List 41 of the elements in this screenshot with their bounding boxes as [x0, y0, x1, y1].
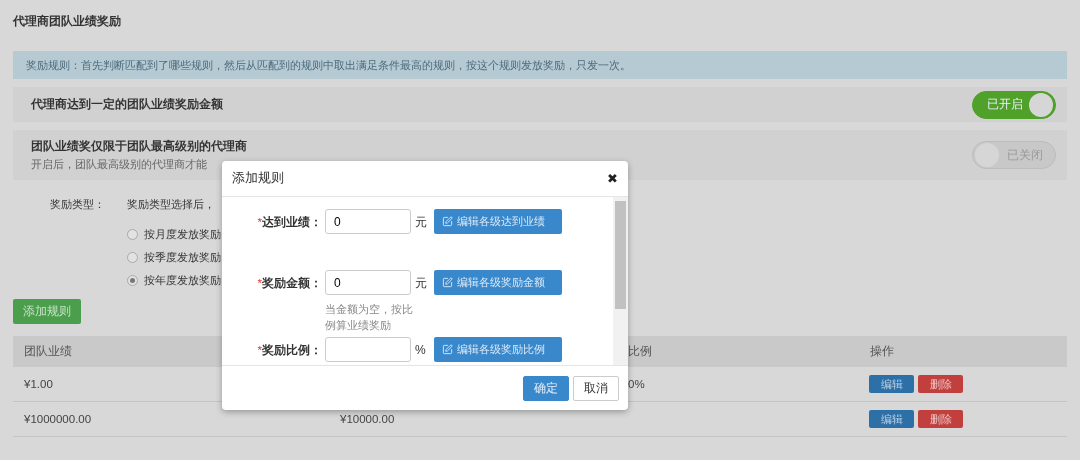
radio-button[interactable]	[127, 251, 138, 263]
radio-label: 按季度发放奖励	[144, 249, 221, 265]
page-title: 代理商团队业绩奖励	[13, 13, 122, 30]
radio-button[interactable]	[127, 274, 138, 286]
edit-button[interactable]: 编辑	[869, 375, 914, 393]
reward-type-label: 奖励类型：	[50, 197, 105, 212]
radio-label: 按年度发放奖励	[144, 272, 221, 288]
add-rule-button[interactable]: 添加规则	[13, 299, 81, 324]
reward-type-hint: 奖励类型选择后，	[127, 197, 215, 212]
field-hint: 当金额为空，按比例算业绩奖励	[325, 302, 414, 333]
setting-description: 开启后，团队最高级别的代理商才能	[31, 156, 208, 172]
edit-levels-button[interactable]: 编辑各级奖励金额	[434, 270, 562, 295]
edit-icon	[442, 216, 453, 227]
scrollbar[interactable]	[613, 197, 628, 365]
radio-label: 按月度发放奖励	[144, 226, 221, 242]
setting-title: 代理商达到一定的团队业绩奖励金额	[31, 97, 223, 112]
field-label: *达到业绩：	[256, 215, 323, 230]
edit-icon	[442, 277, 453, 288]
unit-label: %	[414, 342, 427, 359]
edit-levels-button[interactable]: 编辑各级奖励比例	[434, 337, 562, 362]
dialog-title: 添加规则	[232, 170, 284, 187]
radio-button[interactable]	[127, 228, 138, 240]
cancel-button[interactable]: 取消	[573, 375, 619, 401]
unit-label: 元	[414, 214, 428, 231]
input-field[interactable]	[325, 337, 411, 362]
input-field[interactable]: 0	[325, 270, 411, 295]
setting-title: 团队业绩奖仅限于团队最高级别的代理商	[31, 138, 247, 154]
close-button[interactable]: ✖	[607, 171, 618, 186]
edit-levels-button[interactable]: 编辑各级达到业绩	[434, 209, 562, 234]
field-label: *奖励比例：	[256, 343, 323, 358]
notice-bar: 奖励规则：首先判断匹配到了哪些规则，然后从匹配到的规则中取出满足条件最高的规则，按这个规则发放奖励，只发一次。	[13, 51, 1067, 79]
edit-button[interactable]: 编辑	[869, 410, 914, 428]
unit-label: 元	[414, 275, 428, 292]
delete-button[interactable]: 删除	[918, 410, 963, 428]
edit-icon	[442, 344, 453, 355]
delete-button[interactable]: 删除	[918, 375, 963, 393]
input-field[interactable]: 0	[325, 209, 411, 234]
column-header: 操作	[859, 336, 1067, 367]
toggle-switch[interactable]: 已开启	[972, 90, 1056, 119]
confirm-button[interactable]: 确定	[523, 375, 569, 401]
field-label: *奖励金额：	[256, 275, 323, 291]
